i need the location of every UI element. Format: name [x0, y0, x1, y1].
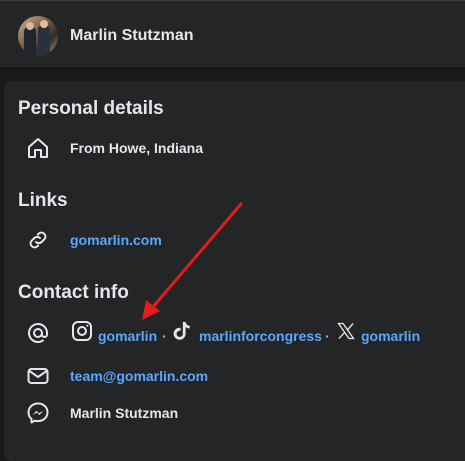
email-icon	[25, 363, 51, 389]
from-location: From Howe, Indiana	[70, 140, 204, 156]
x-link[interactable]: gomarlin	[361, 328, 420, 344]
separator-dot: ·	[325, 328, 330, 344]
at-icon	[25, 320, 51, 346]
tiktok-icon[interactable]	[168, 318, 194, 344]
personal-details-heading: Personal details	[18, 98, 164, 119]
link-icon	[25, 227, 51, 253]
messenger-name: Marlin Stutzman	[70, 405, 179, 421]
links-heading: Links	[18, 190, 68, 211]
separator-dot: ·	[162, 328, 167, 344]
instagram-icon[interactable]	[69, 318, 95, 344]
tiktok-link[interactable]: marlinforcongress	[199, 328, 322, 344]
messenger-icon	[25, 400, 51, 426]
contact-info-heading: Contact info	[18, 282, 129, 303]
instagram-link[interactable]: gomarlin	[98, 328, 157, 344]
about-card	[4, 81, 465, 461]
x-icon[interactable]	[333, 318, 359, 344]
house-icon	[25, 135, 51, 161]
avatar[interactable]	[18, 16, 58, 56]
email-link[interactable]: team@gomarlin.com	[70, 368, 208, 384]
website-link[interactable]: gomarlin.com	[70, 232, 162, 248]
profile-header: Marlin Stutzman	[0, 0, 465, 67]
profile-name[interactable]: Marlin Stutzman	[70, 27, 194, 45]
